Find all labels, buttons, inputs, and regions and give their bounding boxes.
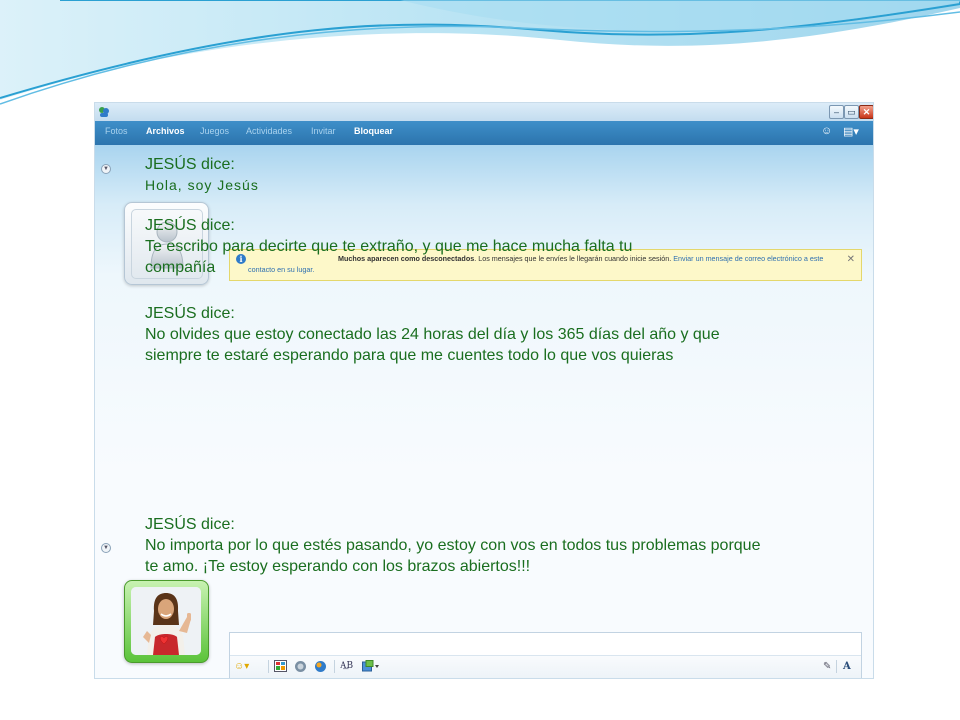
message-body: No importa por lo que estés pasando, yo … — [145, 537, 761, 575]
minimize-icon[interactable]: – — [829, 105, 844, 119]
menu-juegos[interactable]: Juegos — [200, 126, 229, 136]
text-format-icon[interactable]: A — [843, 660, 851, 673]
voice-clip-icon[interactable] — [314, 660, 327, 673]
menu-bloquear[interactable]: Bloquear — [354, 126, 393, 136]
handwriting-icon[interactable]: ✎ — [823, 660, 831, 673]
maximize-icon[interactable]: ▭ — [844, 105, 859, 119]
message-sender: JESÚS dice: — [145, 156, 235, 173]
app-icon — [99, 107, 109, 117]
message: JESÚS dice: Hola, soy Jesús — [145, 155, 770, 195]
close-icon[interactable]: ✕ — [859, 105, 873, 119]
message: JESÚS dice: No importa por lo que estés … — [145, 515, 770, 577]
collapse-contact-icon[interactable]: ▼ — [101, 164, 111, 174]
font-icon[interactable]: A͟B — [340, 660, 353, 673]
close-notice-icon[interactable]: ✕ — [847, 254, 855, 265]
background-icon[interactable] — [274, 660, 287, 673]
message: JESÚS dice: No olvides que estoy conecta… — [145, 304, 770, 366]
title-bar: – ▭ ✕ — [95, 103, 873, 121]
collapse-self-icon[interactable]: ▼ — [101, 543, 111, 553]
message-body: Te escribo para decirte que te extraño, … — [145, 238, 633, 276]
message-input[interactable]: ☺▾ A͟B ✎ A — [229, 632, 862, 678]
emoticon-icon[interactable]: ☺▾ — [234, 660, 249, 673]
menu-options-icon[interactable]: ▤▾ — [843, 125, 859, 138]
input-toolbar: ☺▾ A͟B ✎ A — [230, 655, 861, 678]
message-sender: JESÚS dice: — [145, 516, 235, 533]
menu-archivos[interactable]: Archivos — [146, 126, 185, 136]
wink-icon[interactable]: ☺ — [821, 125, 832, 137]
message: JESÚS dice: Te escribo para decirte que … — [145, 216, 770, 278]
user-display-picture — [124, 580, 209, 663]
message-sender: JESÚS dice: — [145, 305, 235, 322]
menu-actividades[interactable]: Actividades — [246, 126, 292, 136]
picture-icon[interactable] — [362, 660, 380, 673]
message-body: No olvides que estoy conectado las 24 ho… — [145, 326, 720, 364]
message-sender: JESÚS dice: — [145, 217, 235, 234]
menu-fotos[interactable]: Fotos — [105, 126, 128, 136]
message-body: Hola, soy Jesús — [145, 177, 259, 193]
header-decoration — [0, 0, 960, 105]
menu-bar: Fotos Archivos Juegos Actividades Invita… — [95, 121, 873, 145]
menu-invitar[interactable]: Invitar — [311, 126, 336, 136]
nudge-icon[interactable] — [294, 660, 307, 673]
jesus-picture — [131, 587, 201, 655]
